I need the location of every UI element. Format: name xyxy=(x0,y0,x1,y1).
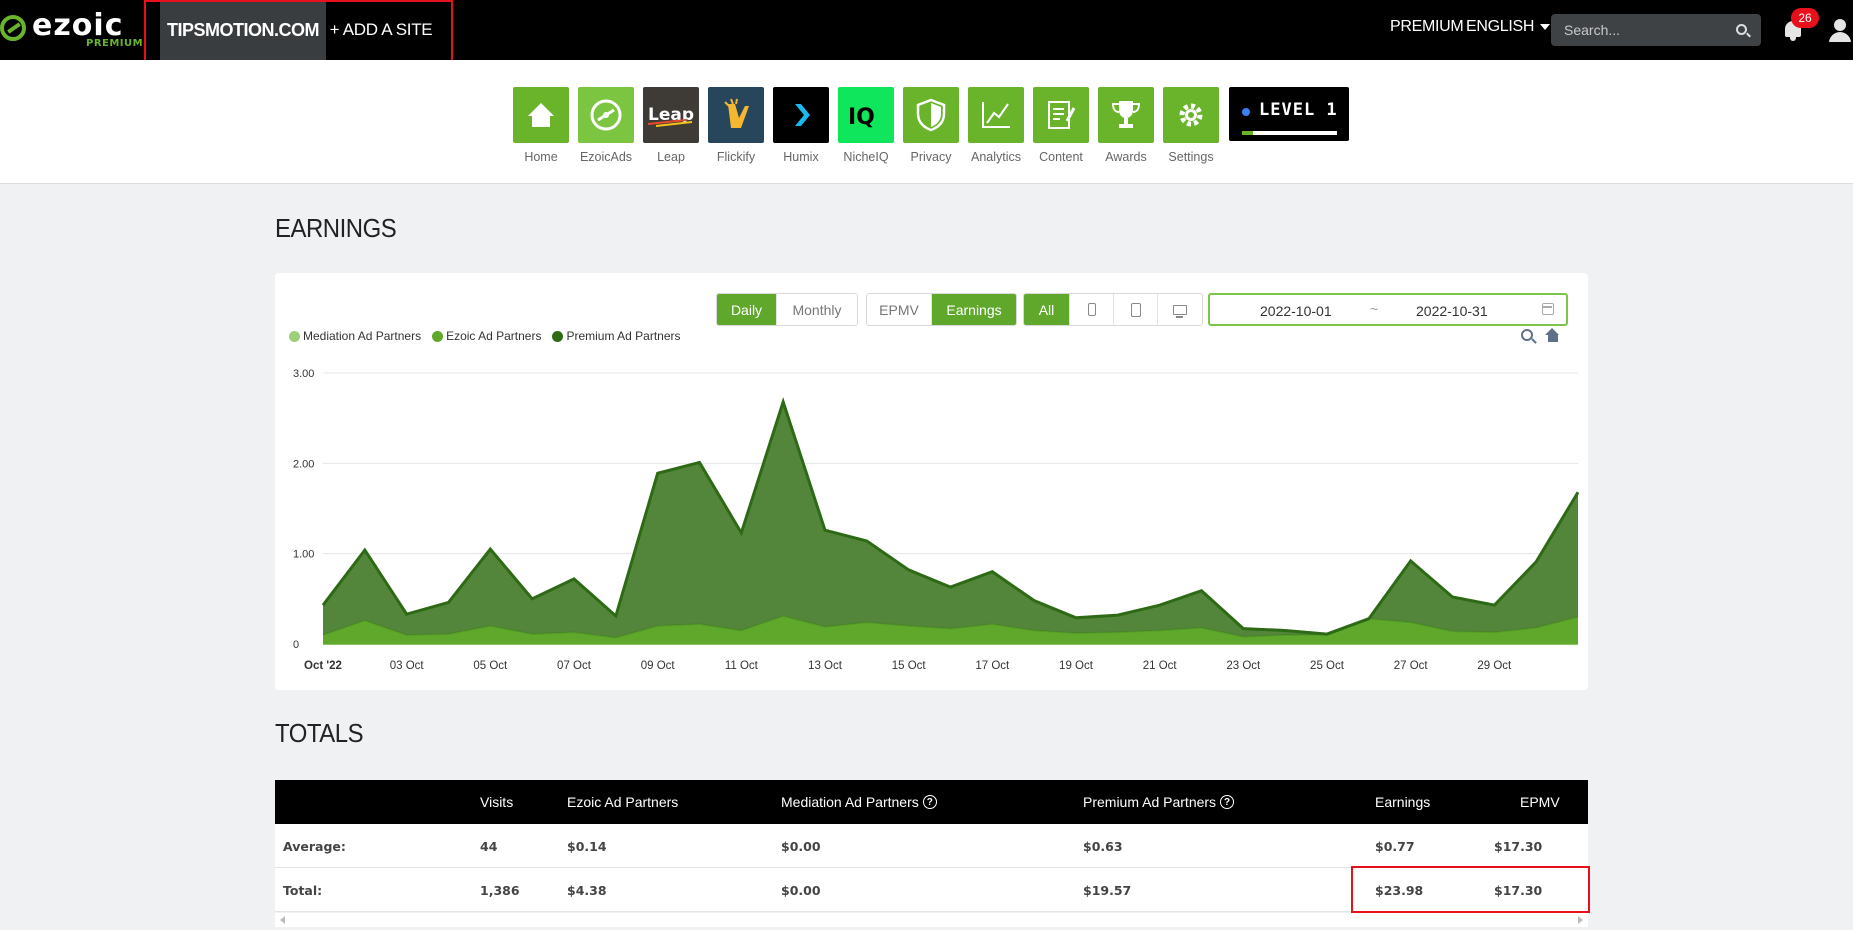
cell-earnings: $0.77 xyxy=(1375,838,1415,854)
app-flickify[interactable]: Flickify xyxy=(708,87,764,164)
home-icon xyxy=(513,87,569,143)
gear-icon xyxy=(1163,87,1219,143)
site-tab-tipsmotion[interactable]: TIPSMOTION.COM xyxy=(160,0,326,60)
cell-epmv: $17.30 xyxy=(1494,882,1543,898)
x-tick-label: Oct '22 xyxy=(304,660,342,672)
chevron-down-icon xyxy=(1540,23,1551,30)
x-tick-label: 11 Oct xyxy=(725,660,759,672)
leap-icon: Leap xyxy=(643,87,699,143)
x-tick-label: 09 Oct xyxy=(641,660,676,672)
user-icon[interactable] xyxy=(1828,18,1853,42)
horizontal-scrollbar[interactable] xyxy=(275,913,1588,927)
ezoic-logo-icon xyxy=(0,15,26,41)
level-badge[interactable]: LEVEL 1 xyxy=(1229,87,1349,141)
analytics-icon xyxy=(968,87,1024,143)
content-icon xyxy=(1033,87,1089,143)
cell-ezoic-ad-partners: $4.38 xyxy=(567,882,607,898)
column-header-ezoic-ad-partners: Ezoic Ad Partners xyxy=(567,794,679,810)
app-content[interactable]: Content xyxy=(1033,87,1089,164)
cell-epmv: $17.30 xyxy=(1494,838,1543,854)
x-tick-label: 13 Oct xyxy=(808,660,843,672)
scroll-left-arrow-icon[interactable] xyxy=(280,916,285,924)
svg-text:IQ: IQ xyxy=(848,105,875,130)
x-tick-label: 05 Oct xyxy=(473,660,508,672)
app-privacy[interactable]: Privacy xyxy=(903,87,959,164)
column-header-earnings: Earnings xyxy=(1375,794,1431,810)
app-label: Settings xyxy=(1168,150,1214,164)
y-tick-label: 2.00 xyxy=(293,458,314,470)
premium-link[interactable]: PREMIUM xyxy=(1390,18,1464,36)
help-icon[interactable]: ? xyxy=(1220,795,1235,809)
cell-earnings: $23.98 xyxy=(1375,882,1424,898)
table-header: Visits Ezoic Ad Partners Mediation Ad Pa… xyxy=(275,780,1588,824)
x-tick-label: 23 Oct xyxy=(1226,660,1261,672)
earnings-heading: EARNINGS xyxy=(275,213,397,243)
column-header-premium-ad-partners: Premium Ad Partners? xyxy=(1083,780,1235,824)
trophy-icon xyxy=(1098,87,1154,143)
notification-badge: 26 xyxy=(1791,8,1819,28)
y-tick-label: 0 xyxy=(293,639,299,651)
app-awards[interactable]: Awards xyxy=(1098,87,1154,164)
app-home[interactable]: Home xyxy=(513,87,569,164)
app-nicheiq[interactable]: IQ NicheIQ xyxy=(838,87,894,164)
earnings-chart: 0 1.00 2.00 3.00 Oct '22 03 Oct 05 Oct 07 Oct 09… xyxy=(293,368,1580,672)
app-leap[interactable]: Leap Leap xyxy=(643,87,699,164)
row-label: Total: xyxy=(283,882,323,898)
x-tick-label: 21 Oct xyxy=(1143,660,1178,672)
column-header-mediation-ad-partners: Mediation Ad Partners? xyxy=(781,780,937,824)
earnings-chart-card: Daily Monthly EPMV Earnings All 2022-10-… xyxy=(275,273,1588,690)
nicheiq-icon: IQ xyxy=(838,87,894,143)
language-label: ENGLISH xyxy=(1466,18,1535,35)
search-input[interactable] xyxy=(1551,14,1731,46)
logo-subtitle: PREMIUM xyxy=(86,38,144,49)
level-progress-fill xyxy=(1242,131,1254,135)
level-label: LEVEL 1 xyxy=(1259,100,1338,120)
row-label: Average: xyxy=(283,838,346,854)
scroll-right-arrow-icon[interactable] xyxy=(1578,916,1583,924)
x-tick-label: 15 Oct xyxy=(892,660,927,672)
totals-table: Visits Ezoic Ad Partners Mediation Ad Pa… xyxy=(275,780,1588,912)
app-analytics[interactable]: Analytics xyxy=(968,87,1024,164)
app-ezoicads[interactable]: EzoicAds xyxy=(578,87,634,164)
x-tick-label: 07 Oct xyxy=(557,660,592,672)
x-tick-label: 17 Oct xyxy=(975,660,1010,672)
column-header-visits: Visits xyxy=(480,794,514,810)
app-humix[interactable]: Humix xyxy=(773,87,829,164)
help-icon[interactable]: ? xyxy=(922,795,937,809)
table-row-total: Total: 1,386 $4.38 $0.00 $19.57 $23.98 $… xyxy=(275,868,1588,912)
x-tick-label: 19 Oct xyxy=(1059,660,1094,672)
cell-premium-ad-partners: $0.63 xyxy=(1083,838,1123,854)
cell-ezoic-ad-partners: $0.14 xyxy=(567,838,607,854)
column-header-epmv: EPMV xyxy=(1520,794,1560,810)
totals-heading: TOTALS xyxy=(275,718,364,748)
x-tick-label: 27 Oct xyxy=(1394,660,1429,672)
y-tick-label: 1.00 xyxy=(293,549,314,561)
search-icon[interactable] xyxy=(1736,24,1747,35)
add-site-button[interactable]: + ADD A SITE xyxy=(326,0,436,60)
app-settings[interactable]: Settings xyxy=(1163,87,1219,164)
level-dot-icon xyxy=(1242,108,1250,116)
y-tick-label: 3.00 xyxy=(293,368,314,380)
language-dropdown[interactable]: ENGLISH xyxy=(1466,18,1551,36)
level-progress-bar xyxy=(1242,131,1337,135)
cell-visits: 44 xyxy=(480,838,498,854)
shield-icon xyxy=(903,87,959,143)
top-navigation-bar: ezoic PREMIUM TIPSMOTION.COM + ADD A SIT… xyxy=(0,0,1853,60)
area-series-premium-ad-partners[interactable] xyxy=(323,401,1578,638)
x-tick-label: 29 Oct xyxy=(1477,660,1512,672)
search-box xyxy=(1551,14,1761,46)
x-tick-label: 25 Oct xyxy=(1310,660,1345,672)
cell-premium-ad-partners: $19.57 xyxy=(1083,882,1132,898)
flickify-icon xyxy=(708,87,764,143)
cell-mediation-ad-partners: $0.00 xyxy=(781,838,821,854)
table-row-average: Average: 44 $0.14 $0.00 $0.63 $0.77 $17.… xyxy=(275,824,1588,868)
cell-visits: 1,386 xyxy=(480,882,520,898)
ezoicads-icon xyxy=(578,87,634,143)
humix-icon xyxy=(773,87,829,143)
x-tick-label: 03 Oct xyxy=(390,660,425,672)
ezoic-logo[interactable]: ezoic PREMIUM xyxy=(0,6,144,54)
cell-mediation-ad-partners: $0.00 xyxy=(781,882,821,898)
